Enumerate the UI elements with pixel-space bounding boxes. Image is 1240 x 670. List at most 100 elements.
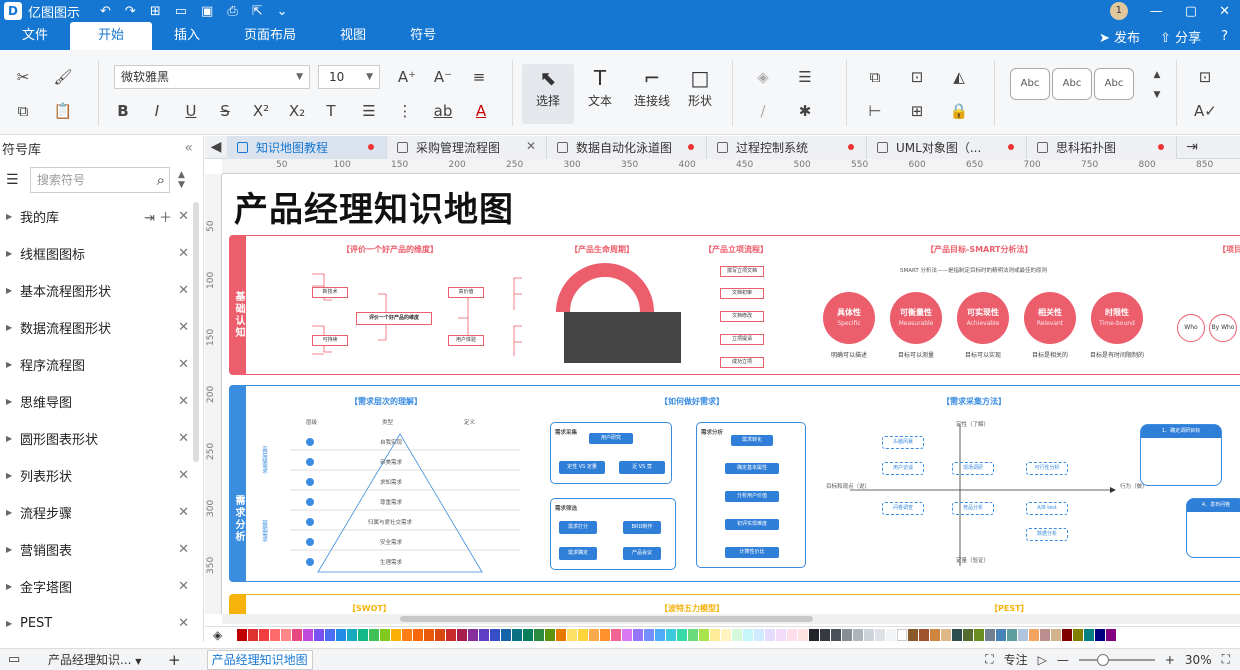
search-icon[interactable]: ⌕	[157, 168, 165, 192]
close-icon[interactable]: ✕	[178, 468, 189, 483]
format-painter-icon[interactable]: 🖌	[52, 66, 74, 88]
increase-font-icon[interactable]: A⁺	[396, 66, 418, 88]
maximize-icon[interactable]: ▢	[1185, 4, 1197, 19]
color-swatch[interactable]	[347, 628, 357, 641]
color-swatch[interactable]	[468, 628, 478, 641]
doc-tab[interactable]: UML对象图（...	[867, 136, 1027, 159]
color-swatch[interactable]	[611, 628, 621, 641]
color-swatch[interactable]	[1029, 628, 1039, 641]
highlight-icon[interactable]: ab	[432, 100, 454, 122]
subscript-icon[interactable]: X₂	[286, 100, 308, 122]
doc-tab[interactable]: 过程控制系统	[707, 136, 867, 159]
color-swatch[interactable]	[919, 628, 929, 641]
close-tab-icon[interactable]: ✕	[526, 139, 536, 153]
text-style-icon[interactable]: T	[320, 100, 342, 122]
color-swatch[interactable]	[270, 628, 280, 641]
color-swatch[interactable]	[1084, 628, 1094, 641]
distribute-icon[interactable]: ⊞	[906, 100, 928, 122]
select-tool[interactable]: ⬉ 选择	[522, 64, 574, 124]
close-icon[interactable]: ✕	[178, 320, 189, 335]
color-swatch[interactable]	[589, 628, 599, 641]
close-icon[interactable]: ✕	[178, 209, 189, 224]
tab-file[interactable]: 文件	[0, 22, 70, 50]
style-preset-2[interactable]: Abc	[1052, 68, 1092, 100]
color-swatch[interactable]	[732, 628, 742, 641]
library-item[interactable]: ▶ 思维导图 ✕	[0, 383, 203, 420]
close-icon[interactable]: ✕	[178, 542, 189, 557]
color-swatch[interactable]	[501, 628, 511, 641]
color-swatch[interactable]	[1062, 628, 1072, 641]
color-swatch[interactable]	[369, 628, 379, 641]
color-swatch[interactable]	[600, 628, 610, 641]
style-preset-3[interactable]: Abc	[1094, 68, 1134, 100]
tab-symbols[interactable]: 符号	[388, 22, 458, 50]
styles-scroll-up-icon[interactable]: ▲	[1146, 64, 1168, 86]
color-swatch[interactable]	[1051, 628, 1061, 641]
arrange-icon[interactable]: ⧉	[864, 66, 886, 88]
doc-tab[interactable]: 思科拓扑图	[1027, 136, 1177, 159]
close-icon[interactable]: ✕	[178, 394, 189, 409]
horizontal-scrollbar[interactable]	[222, 614, 1240, 624]
color-swatch[interactable]	[380, 628, 390, 641]
line-color-icon[interactable]: ∕	[752, 100, 774, 122]
color-swatch[interactable]	[930, 628, 940, 641]
color-swatch[interactable]	[358, 628, 368, 641]
close-icon[interactable]: ✕	[178, 616, 189, 631]
close-icon[interactable]: ✕	[178, 579, 189, 594]
play-icon[interactable]: ▷	[1038, 653, 1047, 667]
color-swatch[interactable]	[413, 628, 423, 641]
color-swatch[interactable]	[303, 628, 313, 641]
color-swatch[interactable]	[765, 628, 775, 641]
tab-scroll-right-icon[interactable]: ⇥	[1177, 136, 1207, 158]
lock-icon[interactable]: 🔒	[948, 100, 970, 122]
color-swatch[interactable]	[248, 628, 258, 641]
color-swatch[interactable]	[259, 628, 269, 641]
open-folder-icon[interactable]: ▭	[175, 4, 187, 19]
color-swatch[interactable]	[809, 628, 819, 641]
color-swatch[interactable]	[952, 628, 962, 641]
close-icon[interactable]: ✕	[178, 283, 189, 298]
add-page-button[interactable]: +	[168, 651, 181, 669]
library-item[interactable]: ▶ 金字塔图 ✕	[0, 568, 203, 605]
color-swatch[interactable]	[490, 628, 500, 641]
color-swatch[interactable]	[435, 628, 445, 641]
fit-page-icon[interactable]: ⛶	[985, 652, 993, 667]
tab-insert[interactable]: 插入	[152, 22, 222, 50]
style-preset-1[interactable]: Abc	[1010, 68, 1050, 100]
library-item[interactable]: ▶ 列表形状 ✕	[0, 457, 203, 494]
minimize-icon[interactable]: —	[1150, 4, 1163, 19]
decrease-font-icon[interactable]: A⁻	[432, 66, 454, 88]
color-swatch[interactable]	[677, 628, 687, 641]
color-swatch[interactable]	[908, 628, 918, 641]
color-swatch[interactable]	[512, 628, 522, 641]
strikethrough-icon[interactable]: S	[214, 100, 236, 122]
collapse-icon[interactable]: «	[184, 140, 193, 156]
close-icon[interactable]: ✕	[178, 246, 189, 261]
color-swatch[interactable]	[941, 628, 951, 641]
color-swatch[interactable]	[798, 628, 808, 641]
color-swatch[interactable]	[853, 628, 863, 641]
color-swatch[interactable]	[710, 628, 720, 641]
page-panel-icon[interactable]: ▭	[8, 652, 20, 667]
close-icon[interactable]: ✕	[178, 431, 189, 446]
redo-icon[interactable]: ↷	[125, 4, 136, 19]
color-swatch[interactable]	[842, 628, 852, 641]
doc-tab[interactable]: 采购管理流程图 ✕	[387, 136, 547, 159]
spellcheck-icon[interactable]: A✓	[1194, 100, 1217, 122]
shape-tool[interactable]: □ 形状	[674, 64, 726, 124]
color-swatch[interactable]	[556, 628, 566, 641]
color-swatch[interactable]	[985, 628, 995, 641]
doc-tab[interactable]: 知识地图教程	[227, 136, 387, 159]
color-swatch[interactable]	[336, 628, 346, 641]
close-icon[interactable]: ✕	[178, 505, 189, 520]
line-spacing-icon[interactable]: ☰	[358, 100, 380, 122]
bold-icon[interactable]: B	[112, 100, 134, 122]
library-item[interactable]: ▶ 基本流程图形状 ✕	[0, 272, 203, 309]
color-swatch[interactable]	[996, 628, 1006, 641]
page-selector[interactable]: 产品经理知识... ▼	[48, 651, 160, 668]
align-icon[interactable]: ≡	[468, 66, 490, 88]
tab-scroll-left-icon[interactable]: ◀	[205, 136, 227, 158]
color-swatch[interactable]	[743, 628, 753, 641]
library-item[interactable]: ▶ 线框图图标 ✕	[0, 235, 203, 272]
color-swatch[interactable]	[688, 628, 698, 641]
